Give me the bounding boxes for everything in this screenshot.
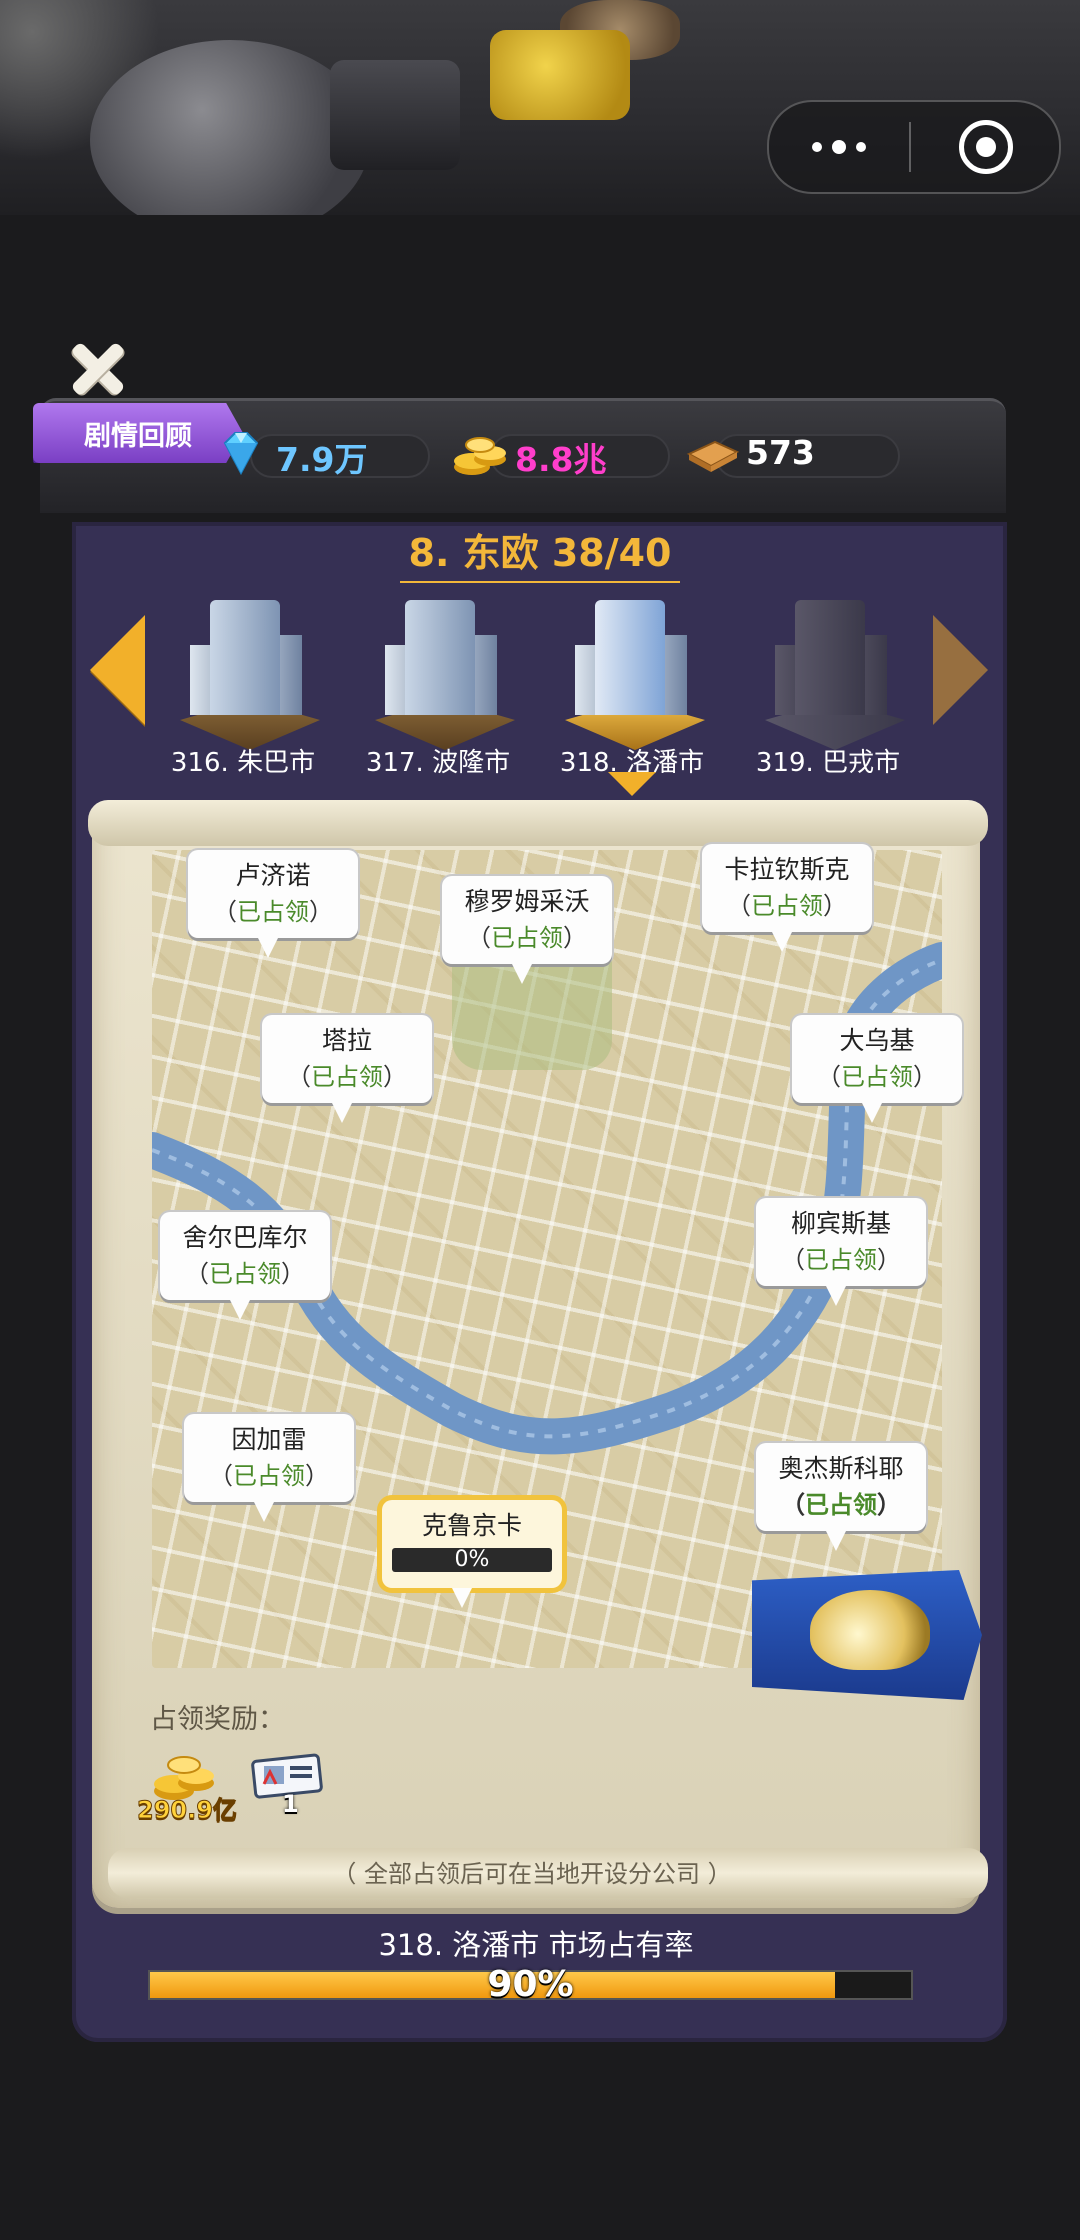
reward-title: 占领奖励： bbox=[150, 1704, 285, 1735]
gold-reward-amount: 290.9亿 bbox=[137, 1796, 238, 1825]
district-pin[interactable]: 卢济诺 （已占领） bbox=[188, 850, 358, 958]
prev-city-arrow[interactable] bbox=[90, 615, 145, 725]
close-button[interactable] bbox=[68, 338, 128, 398]
district-pin[interactable]: 卡拉钦斯克 （已占领） bbox=[702, 844, 872, 952]
story-review-button[interactable]: 剧情回顾 bbox=[33, 403, 243, 463]
district-pin[interactable]: 柳宾斯基 （已占领） bbox=[756, 1198, 926, 1306]
district-pin[interactable]: 奥杰斯科耶 （已占领） bbox=[756, 1443, 926, 1551]
city-label: 317. 波隆市 bbox=[365, 748, 511, 778]
document-reward-count: 1 bbox=[282, 1790, 299, 1818]
scene-shape bbox=[330, 60, 460, 170]
book-count: 573 bbox=[746, 433, 815, 472]
close-miniprogram-icon[interactable] bbox=[959, 120, 1013, 174]
capsule-divider bbox=[909, 122, 911, 172]
city-label: 316. 朱巴市 bbox=[170, 748, 316, 778]
district-pin[interactable]: 因加雷 （已占领） bbox=[184, 1414, 354, 1522]
district-progress: 0% bbox=[392, 1548, 552, 1572]
city-label: 319. 巴戎市 bbox=[755, 748, 901, 778]
district-pin[interactable]: 大乌基 （已占领） bbox=[792, 1015, 962, 1123]
district-pin-target[interactable]: 克鲁京卡 0% bbox=[382, 1500, 562, 1608]
nautilus-shell-icon bbox=[810, 1590, 930, 1670]
region-title: 8. 东欧 38/40 bbox=[400, 525, 680, 583]
district-pin[interactable]: 穆罗姆采沃 （已占领） bbox=[442, 876, 612, 984]
scroll-top-roll bbox=[88, 800, 988, 846]
district-pin[interactable]: 塔拉 （已占领） bbox=[262, 1015, 432, 1123]
branch-note: （ 全部占领后可在当地开设分公司 ） bbox=[332, 1860, 732, 1888]
more-icon[interactable] bbox=[804, 127, 874, 167]
market-share-label: 318. 洛潘市 市场占有率 bbox=[378, 1928, 694, 1962]
district-pin[interactable]: 舍尔巴库尔 （已占领） bbox=[160, 1212, 330, 1320]
gold-count: 8.8兆 bbox=[515, 440, 607, 479]
selected-city-indicator bbox=[608, 772, 656, 796]
diamond-count: 7.9万 bbox=[276, 440, 368, 479]
market-share-bar: 90% bbox=[148, 1964, 913, 2005]
diamond-icon bbox=[223, 432, 259, 476]
gold-coin-icon bbox=[454, 437, 506, 475]
next-city-arrow[interactable] bbox=[933, 615, 988, 725]
book-icon bbox=[686, 440, 740, 472]
gold-bag-shape bbox=[490, 30, 630, 120]
market-share-value: 90% bbox=[487, 1964, 574, 2005]
miniprogram-capsule bbox=[767, 100, 1061, 194]
